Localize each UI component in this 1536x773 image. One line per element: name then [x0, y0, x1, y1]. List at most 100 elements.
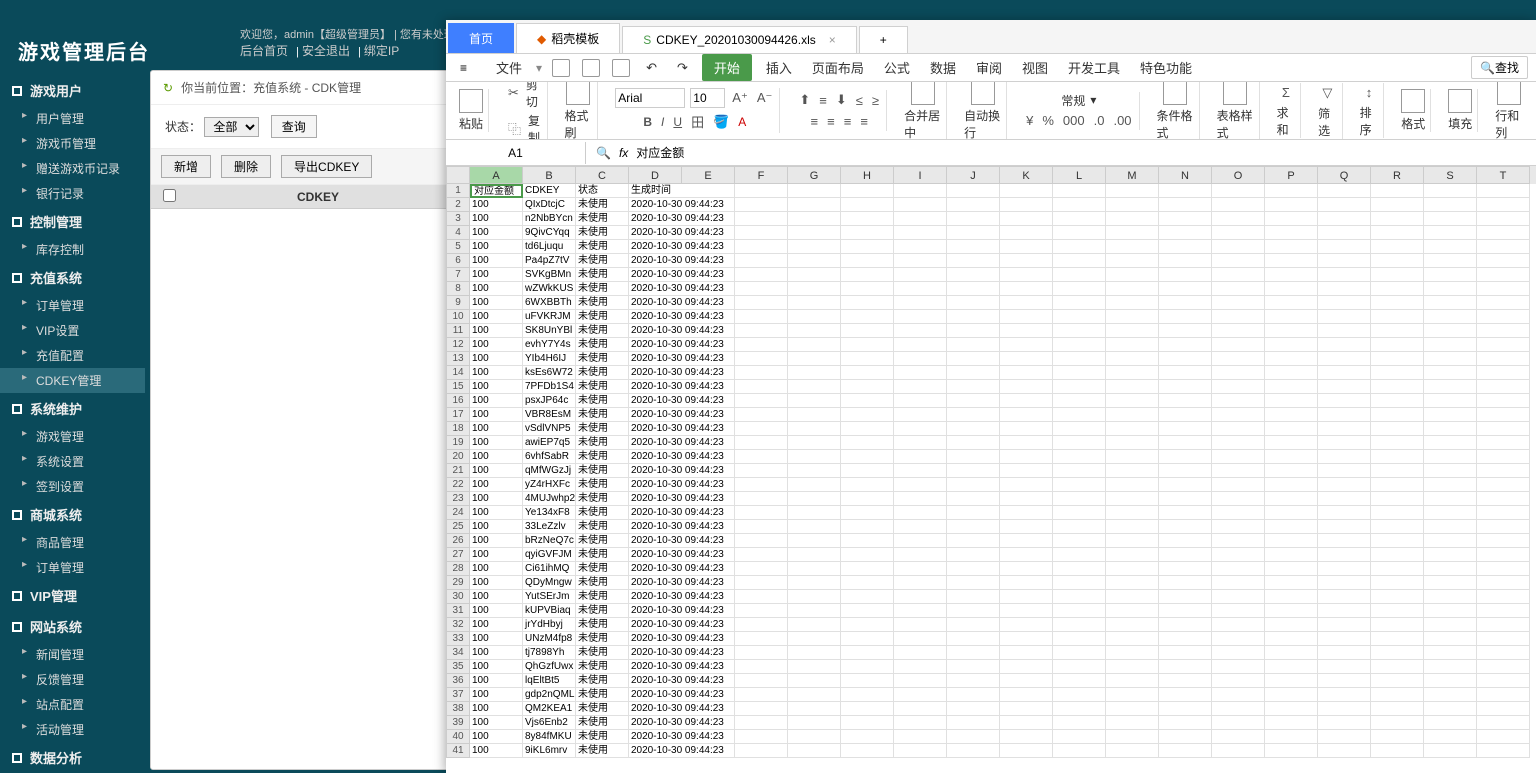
cell[interactable]	[894, 254, 947, 268]
cell[interactable]	[788, 464, 841, 478]
cell[interactable]	[1265, 618, 1318, 632]
brush-icon[interactable]	[566, 82, 590, 105]
cell[interactable]	[1265, 590, 1318, 604]
cell[interactable]	[1424, 310, 1477, 324]
cell[interactable]	[1212, 212, 1265, 226]
cell[interactable]: 100	[470, 212, 523, 226]
redo-icon[interactable]: ↷	[671, 56, 694, 80]
cell[interactable]: 未使用	[576, 240, 629, 254]
cell[interactable]: 100	[470, 492, 523, 506]
cell[interactable]	[1371, 730, 1424, 744]
col-header[interactable]: M	[1106, 166, 1159, 184]
cell[interactable]: 100	[470, 506, 523, 520]
filter-icon[interactable]: ▽	[1320, 83, 1334, 103]
cell[interactable]	[1053, 240, 1106, 254]
cell[interactable]	[1053, 660, 1106, 674]
cell[interactable]: 2020-10-30 09:44:23	[629, 436, 735, 450]
col-header[interactable]: I	[894, 166, 947, 184]
formula-input[interactable]	[636, 146, 836, 160]
rowcol-icon[interactable]	[1497, 82, 1521, 105]
cell[interactable]	[1424, 338, 1477, 352]
cell[interactable]: Pa4pZ7tV	[523, 254, 576, 268]
cell[interactable]: 未使用	[576, 394, 629, 408]
cell[interactable]	[1371, 450, 1424, 464]
sidebar-item[interactable]: 用户管理	[0, 106, 145, 131]
cell[interactable]	[735, 310, 788, 324]
cell[interactable]	[841, 198, 894, 212]
cell[interactable]	[1000, 268, 1053, 282]
cell[interactable]	[1000, 450, 1053, 464]
sidebar-item[interactable]: 库存控制	[0, 237, 145, 262]
cell[interactable]: 2020-10-30 09:44:23	[629, 730, 735, 744]
cell[interactable]	[947, 366, 1000, 380]
cell[interactable]	[947, 226, 1000, 240]
cell[interactable]	[788, 254, 841, 268]
cell[interactable]	[841, 646, 894, 660]
cell[interactable]	[735, 254, 788, 268]
cell[interactable]	[841, 660, 894, 674]
menu-layout[interactable]: 页面布局	[806, 54, 870, 81]
cell[interactable]	[894, 562, 947, 576]
cell[interactable]: 100	[470, 338, 523, 352]
cell[interactable]: 100	[470, 548, 523, 562]
cell[interactable]	[735, 716, 788, 730]
cell[interactable]: QhGzfUwx	[523, 660, 576, 674]
cell[interactable]: 未使用	[576, 226, 629, 240]
cell[interactable]	[788, 296, 841, 310]
cell[interactable]	[894, 688, 947, 702]
side-group[interactable]: 数据分析	[0, 742, 145, 773]
cell[interactable]	[1053, 254, 1106, 268]
cell[interactable]	[788, 338, 841, 352]
cell[interactable]	[1212, 184, 1265, 198]
cell[interactable]	[1318, 492, 1371, 506]
font-size-input[interactable]	[690, 88, 725, 108]
cell[interactable]: 未使用	[576, 716, 629, 730]
cell[interactable]	[1371, 688, 1424, 702]
cell[interactable]	[1477, 576, 1530, 590]
cell[interactable]	[1318, 380, 1371, 394]
cell[interactable]	[1106, 450, 1159, 464]
cell[interactable]: 2020-10-30 09:44:23	[629, 562, 735, 576]
cell[interactable]	[894, 338, 947, 352]
spreadsheet[interactable]: ABCDEFGHIJKLMNOPQRST1对应金额CDKEY状态生成时间2100…	[446, 166, 1536, 773]
cell[interactable]	[788, 366, 841, 380]
cell[interactable]	[1477, 226, 1530, 240]
cell[interactable]	[1000, 604, 1053, 618]
side-group[interactable]: 系统维护	[0, 393, 145, 424]
cell[interactable]	[1371, 394, 1424, 408]
cell[interactable]: 100	[470, 226, 523, 240]
cell[interactable]	[947, 520, 1000, 534]
row-header[interactable]: 39	[446, 716, 470, 730]
cell[interactable]	[947, 282, 1000, 296]
menu-special[interactable]: 特色功能	[1134, 54, 1198, 81]
cell[interactable]	[1212, 282, 1265, 296]
cell[interactable]: 100	[470, 730, 523, 744]
fx-icon[interactable]: fx	[619, 146, 628, 160]
cell[interactable]	[1053, 688, 1106, 702]
align-top-icon[interactable]: ⬆	[797, 90, 812, 110]
tab-template[interactable]: ◆稻壳模板	[516, 23, 620, 53]
cell[interactable]	[1424, 604, 1477, 618]
cell[interactable]	[1477, 338, 1530, 352]
cell[interactable]: 未使用	[576, 478, 629, 492]
find-box[interactable]: 🔍查找	[1471, 56, 1528, 79]
cell[interactable]	[1000, 688, 1053, 702]
cell[interactable]	[1212, 310, 1265, 324]
menu-insert[interactable]: 插入	[760, 54, 798, 81]
cell[interactable]: 未使用	[576, 730, 629, 744]
cell[interactable]	[1424, 674, 1477, 688]
cell[interactable]	[947, 548, 1000, 562]
cell[interactable]: 未使用	[576, 632, 629, 646]
cell[interactable]	[1371, 198, 1424, 212]
cell[interactable]: 6WXBBTh	[523, 296, 576, 310]
number-format[interactable]: 常规	[1061, 92, 1085, 109]
cell[interactable]	[894, 716, 947, 730]
cell[interactable]	[894, 730, 947, 744]
cell[interactable]	[841, 394, 894, 408]
row-header[interactable]: 34	[446, 646, 470, 660]
cell[interactable]: 100	[470, 310, 523, 324]
cell[interactable]	[1477, 674, 1530, 688]
cell[interactable]	[1106, 184, 1159, 198]
cell[interactable]	[894, 408, 947, 422]
col-header[interactable]: R	[1371, 166, 1424, 184]
